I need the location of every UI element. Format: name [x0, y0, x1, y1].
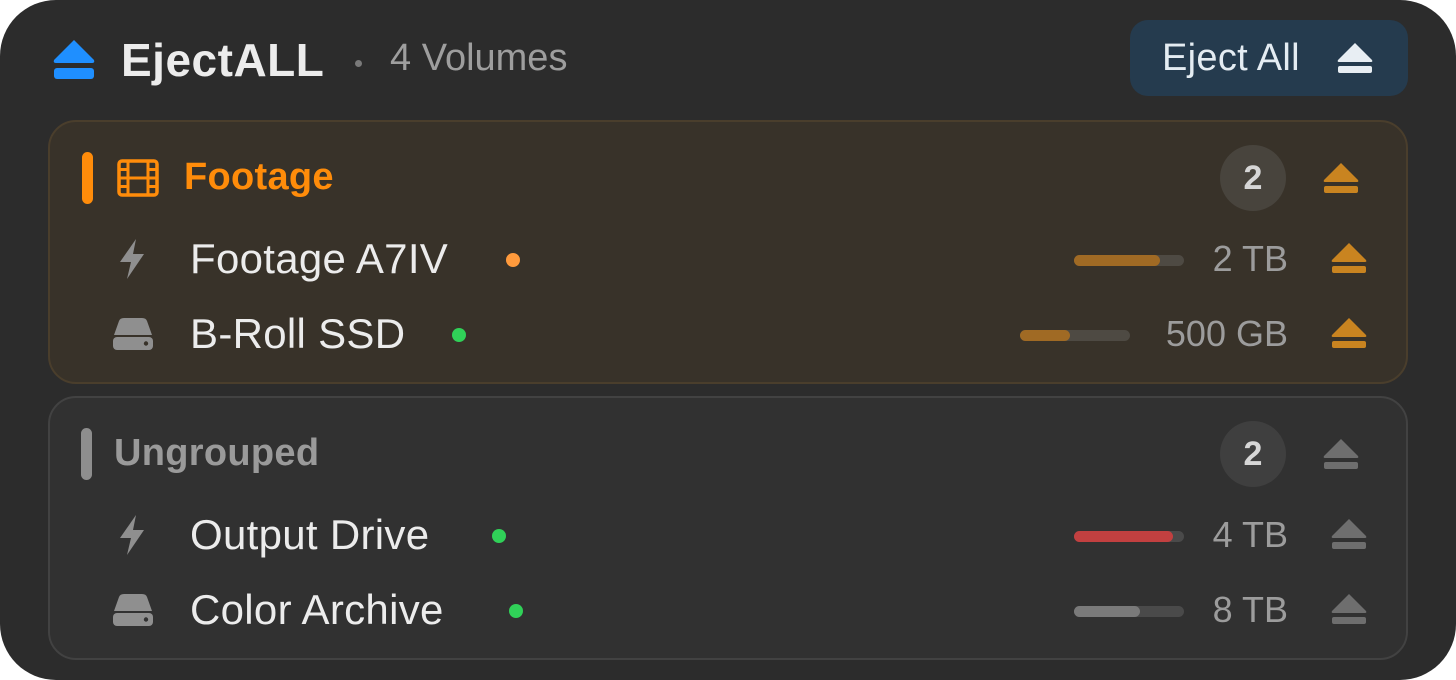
eject-icon [1337, 43, 1373, 73]
volume-eject-icon[interactable] [1330, 317, 1368, 349]
group-footage: Footage 2 Footage A7IV 2 TB B-Roll SSD 5… [48, 120, 1408, 384]
status-dot [509, 604, 523, 618]
group-count-badge: 2 [1220, 421, 1286, 487]
volume-row[interactable]: B-Roll SSD 500 GB [50, 299, 1406, 369]
film-icon [117, 159, 159, 197]
usage-bar [1074, 255, 1184, 266]
volume-eject-icon[interactable] [1330, 593, 1368, 625]
app-title: EjectALL [121, 34, 325, 86]
eject-all-label: Eject All [1162, 36, 1300, 79]
drive-icon [113, 318, 153, 350]
group-color-bar [81, 428, 92, 480]
status-dot [492, 529, 506, 543]
volume-size: 4 TB [1212, 514, 1288, 555]
group-color-bar [82, 152, 93, 204]
eject-all-button[interactable]: Eject All [1130, 20, 1408, 96]
group-ungrouped: Ungrouped 2 Output Drive 4 TB Color Arch… [48, 396, 1408, 660]
volume-name: Color Archive [190, 586, 444, 633]
volume-count: 4 Volumes [390, 37, 568, 79]
group-title: Ungrouped [114, 432, 320, 474]
group-eject-icon[interactable] [1322, 162, 1360, 194]
usage-bar [1074, 531, 1184, 542]
group-title: Footage [184, 156, 334, 198]
volume-row[interactable]: Color Archive 8 TB [50, 575, 1406, 645]
volume-size: 500 GB [1165, 313, 1288, 354]
volume-row[interactable]: Footage A7IV 2 TB [50, 224, 1406, 294]
volume-eject-icon[interactable] [1330, 242, 1368, 274]
usage-bar [1020, 330, 1130, 341]
group-count-badge: 2 [1220, 145, 1286, 211]
header: EjectALL 4 Volumes Eject All [0, 0, 1456, 118]
volume-eject-icon[interactable] [1330, 518, 1368, 550]
volume-name: Output Drive [190, 511, 430, 558]
bolt-icon [120, 515, 144, 555]
volume-size: 2 TB [1212, 238, 1288, 279]
volume-name: Footage A7IV [190, 235, 449, 282]
volume-name: B-Roll SSD [190, 310, 406, 357]
usage-bar-fill [1074, 531, 1173, 542]
bolt-icon [120, 239, 144, 279]
separator-dot [355, 60, 362, 67]
drive-icon [113, 594, 153, 626]
usage-bar-fill [1020, 330, 1070, 341]
eject-icon [53, 40, 95, 79]
volume-size: 8 TB [1212, 589, 1288, 630]
group-eject-icon[interactable] [1322, 438, 1360, 470]
ejectall-window: EjectALL 4 Volumes Eject All Footage 2 F… [0, 0, 1456, 680]
volume-row[interactable]: Output Drive 4 TB [50, 500, 1406, 570]
usage-bar-fill [1074, 255, 1160, 266]
usage-bar-fill [1074, 606, 1140, 617]
status-dot [452, 328, 466, 342]
status-dot [506, 253, 520, 267]
usage-bar [1074, 606, 1184, 617]
